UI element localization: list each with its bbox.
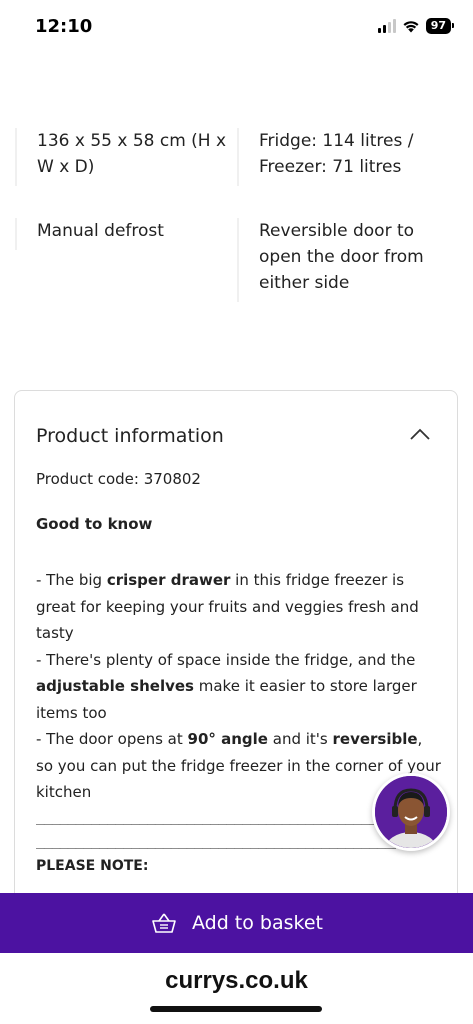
spec-defrost: Manual defrost [15, 218, 240, 250]
agent-portrait-icon [375, 776, 447, 848]
spec-door: Reversible door to open the door from ei… [237, 218, 457, 302]
product-bullets: - The big crisper drawer in this fridge … [36, 567, 441, 806]
add-to-basket-button[interactable]: Add to basket [0, 893, 473, 953]
home-indicator[interactable] [150, 1006, 322, 1012]
good-to-know-heading: Good to know [36, 515, 153, 533]
status-icons: 97 [377, 18, 455, 34]
status-bar: 12:10 97 [0, 0, 473, 56]
add-to-basket-label: Add to basket [191, 912, 323, 934]
bullet-shelves: - There's plenty of space inside the fri… [36, 650, 417, 722]
site-url: currys.co.uk [165, 967, 308, 994]
spec-dimensions: 136 x 55 x 58 cm (H x W x D) [15, 128, 240, 186]
wifi-icon [403, 21, 419, 33]
footer: currys.co.uk [0, 953, 473, 1024]
bullet-crisper: - The big crisper drawer in this fridge … [36, 571, 419, 642]
spec-capacity: Fridge: 114 litres / Freezer: 71 litres [237, 128, 457, 186]
basket-icon [152, 913, 176, 933]
status-time: 12:10 [35, 16, 93, 37]
please-note-heading: PLEASE NOTE: [36, 858, 149, 874]
divider-dashes: ________________________________________… [36, 809, 396, 825]
chat-agent-avatar[interactable] [372, 773, 450, 851]
signal-icon [377, 19, 396, 33]
product-information-title[interactable]: Product information [36, 425, 224, 447]
battery-icon: 97 [425, 18, 455, 34]
chevron-up-icon[interactable] [409, 427, 431, 441]
product-code: Product code: 370802 [36, 470, 201, 488]
divider-dashes: ________________________________________… [36, 833, 396, 849]
